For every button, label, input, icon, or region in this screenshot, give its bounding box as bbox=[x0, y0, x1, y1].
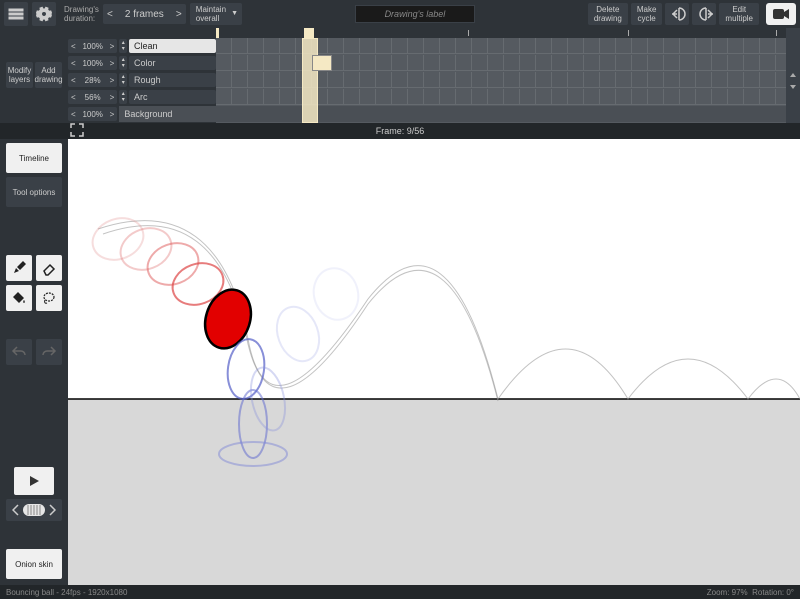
header-left: Drawing'sduration: < 2 frames > Maintain… bbox=[4, 2, 242, 26]
add-drawing-button[interactable]: Add drawing bbox=[35, 62, 62, 88]
timeline-grid[interactable] bbox=[216, 38, 786, 123]
undo-redo-row bbox=[6, 339, 62, 365]
layer-name[interactable]: Color bbox=[129, 56, 216, 70]
scrub-left-icon[interactable] bbox=[12, 504, 20, 516]
fill-icon[interactable] bbox=[6, 285, 32, 311]
expand-icon[interactable] bbox=[70, 123, 84, 139]
layer-row[interactable]: <100%> ▴▾ Clean bbox=[68, 38, 216, 54]
drawing-canvas[interactable] bbox=[68, 139, 800, 585]
layer-name[interactable]: Background bbox=[119, 106, 216, 122]
layer-name[interactable]: Clean bbox=[129, 39, 216, 53]
sidebar: Timeline Tool options Onion skin bbox=[0, 139, 68, 585]
layer-row-bg[interactable]: <100%> Background bbox=[68, 106, 216, 122]
drawing-label-wrapper: Drawing's label bbox=[246, 5, 584, 23]
layer-zoom[interactable]: <100%> bbox=[68, 56, 117, 70]
frame-count-value: 2 frames bbox=[117, 9, 172, 20]
layer-reorder-icon[interactable]: ▴▾ bbox=[119, 90, 127, 104]
layer-zoom[interactable]: <56%> bbox=[68, 90, 117, 104]
layer-row[interactable]: <100%> ▴▾ Color bbox=[68, 55, 216, 71]
layer-name[interactable]: Arc bbox=[129, 90, 216, 104]
lasso-icon[interactable] bbox=[36, 285, 62, 311]
eraser-icon[interactable] bbox=[36, 255, 62, 281]
scrub-wheel-icon[interactable] bbox=[22, 503, 46, 517]
layer-zoom[interactable]: <100%> bbox=[68, 39, 117, 53]
header-toolbar: Drawing'sduration: < 2 frames > Maintain… bbox=[0, 0, 800, 28]
frame-count-selector[interactable]: < 2 frames > bbox=[103, 4, 186, 24]
main-body: Timeline Tool options Onion skin bbox=[0, 139, 800, 585]
layer-zoom[interactable]: <28%> bbox=[68, 73, 117, 87]
scroll-down-icon[interactable] bbox=[789, 82, 797, 90]
view-info: Zoom: 97% Rotation: 0° bbox=[707, 588, 794, 597]
edit-multiple-button[interactable]: Editmultiple bbox=[719, 3, 759, 25]
layer-row[interactable]: <56%> ▴▾ Arc bbox=[68, 89, 216, 105]
layer-reorder-icon[interactable]: ▴▾ bbox=[119, 73, 127, 87]
timeline-button[interactable]: Timeline bbox=[6, 143, 62, 173]
timeline-ruler-row bbox=[0, 28, 800, 38]
timeline-layers: Modify layers Add drawing <100%> ▴▾ Clea… bbox=[0, 38, 800, 123]
tool-row-2 bbox=[6, 285, 62, 311]
timeline-scroll-buttons[interactable] bbox=[786, 38, 800, 123]
header-right: Deletedrawing Makecycle Editmultiple bbox=[588, 3, 796, 25]
keyframe-cell[interactable] bbox=[312, 55, 332, 71]
delete-drawing-button[interactable]: Deletedrawing bbox=[588, 3, 628, 25]
timeline-ruler[interactable] bbox=[216, 28, 786, 38]
modify-layers-button[interactable]: Modify layers bbox=[6, 62, 33, 88]
project-info: Bouncing ball - 24fps - 1920x1080 bbox=[6, 588, 127, 597]
layer-reorder-icon[interactable]: ▴▾ bbox=[119, 56, 127, 70]
canvas-svg bbox=[68, 139, 800, 585]
frame-next-icon[interactable]: > bbox=[172, 9, 186, 20]
undo-icon[interactable] bbox=[6, 339, 32, 365]
menu-icon[interactable] bbox=[4, 2, 28, 26]
layer-reorder-icon[interactable]: ▴▾ bbox=[119, 39, 127, 53]
camera-button[interactable] bbox=[766, 3, 796, 25]
tool-row-1 bbox=[6, 255, 62, 281]
frame-status-text: Frame: 9/56 bbox=[376, 126, 425, 136]
brush-icon[interactable] bbox=[6, 255, 32, 281]
drawing-label-input[interactable]: Drawing's label bbox=[355, 5, 475, 23]
flip-next-icon[interactable] bbox=[692, 3, 716, 25]
frame-status-bar: Frame: 9/56 bbox=[0, 123, 800, 139]
layer-zoom[interactable]: <100%> bbox=[68, 107, 117, 121]
make-cycle-button[interactable]: Makecycle bbox=[631, 3, 663, 25]
redo-icon[interactable] bbox=[36, 339, 62, 365]
settings-icon[interactable] bbox=[32, 2, 56, 26]
layer-row[interactable]: <28%> ▴▾ Rough bbox=[68, 72, 216, 88]
scrub-control[interactable] bbox=[6, 499, 62, 521]
scroll-up-icon[interactable] bbox=[789, 72, 797, 80]
flip-prev-icon[interactable] bbox=[665, 3, 689, 25]
play-button[interactable] bbox=[14, 467, 54, 495]
scrub-right-icon[interactable] bbox=[48, 504, 56, 516]
layer-list: <100%> ▴▾ Clean <100%> ▴▾ Color <28%> ▴▾… bbox=[68, 38, 216, 123]
frame-prev-icon[interactable]: < bbox=[103, 9, 117, 20]
layer-name[interactable]: Rough bbox=[129, 73, 216, 87]
duration-label: Drawing'sduration: bbox=[64, 5, 99, 23]
tool-options-button[interactable]: Tool options bbox=[6, 177, 62, 207]
onion-skin-button[interactable]: Onion skin bbox=[6, 549, 62, 579]
status-bar: Bouncing ball - 24fps - 1920x1080 Zoom: … bbox=[0, 585, 800, 599]
maintain-dropdown[interactable]: Maintainoverall bbox=[190, 3, 242, 25]
